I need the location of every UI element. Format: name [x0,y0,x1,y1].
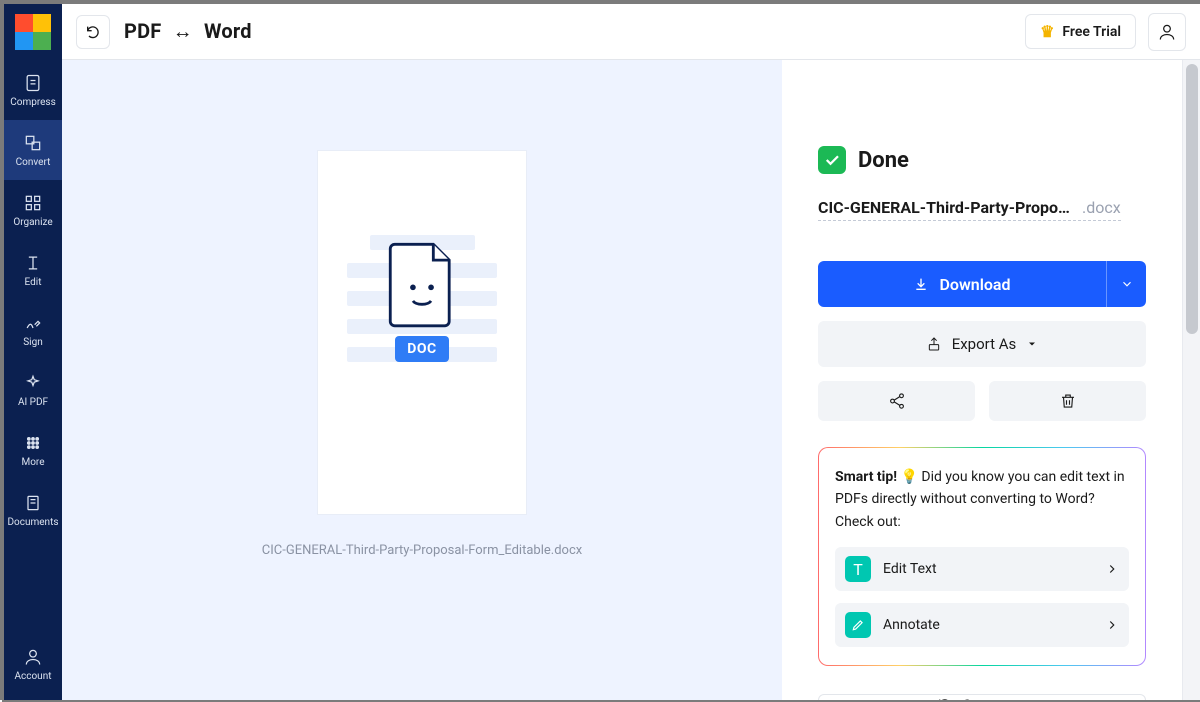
undo-icon [85,24,101,40]
documents-icon [23,493,43,513]
export-icon [926,336,942,352]
user-icon [1157,22,1177,42]
chevron-down-icon [1120,277,1134,291]
sidebar-item-label: Convert [16,157,51,168]
text-icon: T [845,556,871,582]
smile-file-icon [388,242,456,328]
sidebar-item-label: Compress [10,97,56,108]
account-icon [23,647,43,667]
sidebar-item-documents[interactable]: Documents [4,480,62,540]
preview-filename: CIC-GENERAL-Third-Party-Proposal-Form_Ed… [262,543,582,558]
sidebar-item-label: More [21,457,44,468]
delete-button[interactable] [989,381,1146,421]
convert-icon [23,133,43,153]
sidebar: Compress Convert Organize Edit Sign AI P… [4,4,62,700]
page-title: PDF ↔ Word [124,19,252,44]
tip-action-label: Annotate [883,617,940,633]
share-button[interactable] [818,381,975,421]
free-trial-button[interactable]: ♛ Free Trial [1025,14,1136,49]
sidebar-item-aipdf[interactable]: AI PDF [4,360,62,420]
start-over-button[interactable]: Start over [818,694,1146,700]
chevron-right-icon [1105,618,1119,632]
filename-field[interactable]: CIC-GENERAL-Third-Party-Proposa... .docx [818,198,1121,221]
lightbulb-icon: 💡 [901,469,922,485]
download-label: Download [939,275,1010,294]
filename-ext: .docx [1082,198,1121,217]
download-options-button[interactable] [1106,261,1146,307]
sidebar-item-label: Edit [25,277,42,288]
result-panel: Done CIC-GENERAL-Third-Party-Proposa... … [782,60,1182,700]
tip-action-annotate[interactable]: Annotate [835,603,1129,647]
pencil-icon [845,612,871,638]
done-check-icon [818,146,846,174]
filename-text: CIC-GENERAL-Third-Party-Proposa... [818,198,1078,217]
tip-heading: Smart tip! [835,469,901,485]
compress-icon [23,73,43,93]
share-icon [888,392,906,410]
sidebar-item-label: Organize [13,217,52,228]
user-menu-button[interactable] [1148,13,1186,51]
tip-action-edit-text[interactable]: T Edit Text [835,547,1129,591]
sidebar-item-label: Documents [7,517,58,528]
sparkle-icon [23,373,43,393]
grid-icon [23,433,43,453]
sign-icon [23,313,43,333]
sidebar-item-sign[interactable]: Sign [4,300,62,360]
sidebar-item-organize[interactable]: Organize [4,180,62,240]
sidebar-item-account[interactable]: Account [14,634,51,694]
sidebar-item-convert[interactable]: Convert [4,120,62,180]
document-preview-card: DOC [317,150,527,515]
free-trial-label: Free Trial [1062,24,1121,40]
preview-area: DOC CIC-GENERAL-Third-Party-Proposal-For… [62,60,782,700]
download-button[interactable]: Download [818,261,1106,307]
sidebar-item-more[interactable]: More [4,420,62,480]
tip-action-label: Edit Text [883,561,937,577]
scrollbar-thumb[interactable] [1186,64,1198,334]
sidebar-item-compress[interactable]: Compress [4,60,62,120]
sidebar-item-label: AI PDF [18,397,48,408]
crown-icon: ♛ [1040,22,1054,41]
title-left: PDF [124,19,161,43]
smart-tip-box: Smart tip! 💡 Did you know you can edit t… [818,447,1146,666]
back-button[interactable] [76,15,110,49]
doc-badge: DOC [395,336,448,362]
export-label: Export As [952,335,1017,353]
scrollbar[interactable] [1182,60,1200,700]
trash-icon [1059,392,1077,410]
header: PDF ↔ Word ♛ Free Trial [62,4,1200,60]
done-heading: Done [858,148,909,173]
edit-icon [23,253,43,273]
chevron-right-icon [1105,562,1119,576]
title-arrow-icon: ↔ [173,19,193,43]
app-logo[interactable] [5,4,61,60]
start-over-label: Start over [963,696,1028,700]
sidebar-item-label: Sign [23,337,43,348]
title-right: Word [204,19,252,43]
export-as-button[interactable]: Export As [818,321,1146,367]
sidebar-item-edit[interactable]: Edit [4,240,62,300]
caret-down-icon [1026,338,1038,350]
download-icon [913,276,929,292]
organize-icon [23,193,43,213]
sidebar-item-label: Account [14,671,51,682]
tip-text: Smart tip! 💡 Did you know you can edit t… [835,466,1129,533]
